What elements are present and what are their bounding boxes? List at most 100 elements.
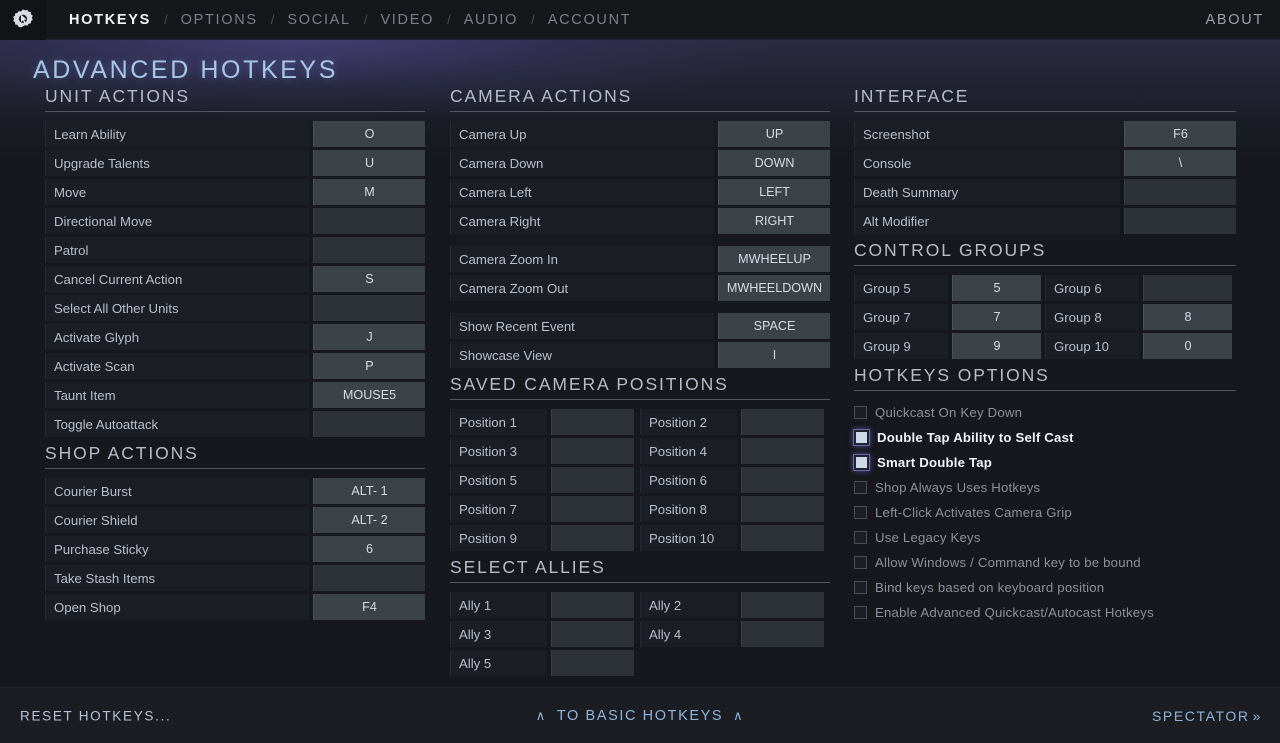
binding-key[interactable]: M: [313, 179, 425, 205]
binding-key[interactable]: 7: [952, 304, 1041, 330]
option-checkbox-row[interactable]: Double Tap Ability to Self Cast: [854, 425, 1236, 450]
reset-hotkeys-button[interactable]: RESET HOTKEYS...: [20, 708, 171, 723]
binding-key[interactable]: [741, 438, 824, 464]
tab-hotkeys[interactable]: HOTKEYS: [58, 0, 162, 40]
binding-key[interactable]: I: [718, 342, 830, 368]
binding-key[interactable]: [741, 467, 824, 493]
binding-key[interactable]: U: [313, 150, 425, 176]
binding-label: Select All Other Units: [45, 295, 309, 321]
option-checkbox-row[interactable]: Allow Windows / Command key to be bound: [854, 550, 1236, 575]
binding-row: Position 3Position 4: [450, 438, 830, 464]
binding-key[interactable]: O: [313, 121, 425, 147]
binding-key[interactable]: ALT- 2: [313, 507, 425, 533]
option-checkbox-row[interactable]: Smart Double Tap: [854, 450, 1236, 475]
binding-key[interactable]: RIGHT: [718, 208, 830, 234]
binding-key[interactable]: 5: [952, 275, 1041, 301]
binding-key[interactable]: [551, 409, 634, 435]
binding-key[interactable]: [1124, 179, 1236, 205]
binding-key[interactable]: [741, 592, 824, 618]
binding-row: Show Recent EventSPACE: [450, 313, 830, 339]
binding-key[interactable]: J: [313, 324, 425, 350]
binding-key[interactable]: UP: [718, 121, 830, 147]
spectator-button[interactable]: SPECTATOR »: [1152, 708, 1262, 724]
binding-key[interactable]: F4: [313, 594, 425, 620]
binding-key[interactable]: [313, 208, 425, 234]
binding-label: Ally 5: [450, 650, 547, 676]
option-checkbox-row[interactable]: Left-Click Activates Camera Grip: [854, 500, 1236, 525]
option-checkbox-row[interactable]: Shop Always Uses Hotkeys: [854, 475, 1236, 500]
binding-row: Console\: [854, 150, 1236, 176]
option-checkbox-row[interactable]: Quickcast On Key Down: [854, 400, 1236, 425]
tab-account[interactable]: ACCOUNT: [537, 0, 643, 40]
binding-key[interactable]: 8: [1143, 304, 1232, 330]
binding-cell: Position 2: [640, 409, 830, 435]
binding-key[interactable]: [551, 496, 634, 522]
binding-key[interactable]: ALT- 1: [313, 478, 425, 504]
binding-cell: Group 77: [854, 304, 1045, 330]
binding-label: Group 5: [854, 275, 948, 301]
nav-tabs: HOTKEYS / OPTIONS / SOCIAL / VIDEO / AUD…: [46, 0, 1206, 40]
tab-options[interactable]: OPTIONS: [170, 0, 269, 40]
binding-key[interactable]: [551, 438, 634, 464]
checkbox-checked-icon[interactable]: [854, 455, 869, 470]
checkbox-unchecked-icon[interactable]: [854, 506, 867, 519]
binding-key[interactable]: [741, 621, 824, 647]
binding-label: Show Recent Event: [450, 313, 714, 339]
gear-icon[interactable]: [0, 0, 46, 40]
binding-key[interactable]: [1124, 208, 1236, 234]
binding-label: Group 8: [1045, 304, 1139, 330]
binding-key[interactable]: 6: [313, 536, 425, 562]
binding-key[interactable]: [551, 467, 634, 493]
binding-key[interactable]: [551, 621, 634, 647]
binding-key[interactable]: MOUSE5: [313, 382, 425, 408]
binding-key[interactable]: 0: [1143, 333, 1232, 359]
option-checkbox-row[interactable]: Enable Advanced Quickcast/Autocast Hotke…: [854, 600, 1236, 625]
binding-cell: Group 100: [1045, 333, 1236, 359]
binding-key[interactable]: [551, 525, 634, 551]
option-checkbox-row[interactable]: Use Legacy Keys: [854, 525, 1236, 550]
checkbox-unchecked-icon[interactable]: [854, 606, 867, 619]
nav-separator: /: [162, 12, 170, 27]
binding-key[interactable]: [313, 237, 425, 263]
checkbox-unchecked-icon[interactable]: [854, 556, 867, 569]
binding-key[interactable]: P: [313, 353, 425, 379]
binding-key[interactable]: [313, 565, 425, 591]
checkbox-unchecked-icon[interactable]: [854, 581, 867, 594]
about-link[interactable]: ABOUT: [1206, 12, 1280, 28]
to-basic-hotkeys-button[interactable]: ∧ TO BASIC HOTKEYS ∧: [536, 708, 745, 724]
binding-key[interactable]: [741, 409, 824, 435]
binding-key[interactable]: LEFT: [718, 179, 830, 205]
binding-key[interactable]: [313, 295, 425, 321]
binding-key[interactable]: S: [313, 266, 425, 292]
tab-social[interactable]: SOCIAL: [276, 0, 361, 40]
binding-key[interactable]: 9: [952, 333, 1041, 359]
binding-key[interactable]: [741, 496, 824, 522]
option-checkbox-row[interactable]: Bind keys based on keyboard position: [854, 575, 1236, 600]
checkbox-unchecked-icon[interactable]: [854, 531, 867, 544]
binding-key[interactable]: SPACE: [718, 313, 830, 339]
binding-label: Open Shop: [45, 594, 309, 620]
option-label: Use Legacy Keys: [875, 530, 981, 545]
binding-key[interactable]: \: [1124, 150, 1236, 176]
binding-label: Position 1: [450, 409, 547, 435]
binding-key[interactable]: [1143, 275, 1232, 301]
binding-key[interactable]: [551, 592, 634, 618]
binding-key[interactable]: [741, 525, 824, 551]
checkbox-unchecked-icon[interactable]: [854, 481, 867, 494]
binding-key[interactable]: DOWN: [718, 150, 830, 176]
binding-label: Position 2: [640, 409, 737, 435]
binding-key[interactable]: MWHEELDOWN: [718, 275, 830, 301]
double-chevron-right-icon: »: [1253, 708, 1262, 724]
binding-label: Cancel Current Action: [45, 266, 309, 292]
checkbox-checked-icon[interactable]: [854, 430, 869, 445]
tab-audio[interactable]: AUDIO: [453, 0, 529, 40]
chevron-up-icon-right: ∧: [733, 708, 744, 724]
checkbox-unchecked-icon[interactable]: [854, 406, 867, 419]
binding-key[interactable]: [313, 411, 425, 437]
binding-cell: Ally 2: [640, 592, 830, 618]
binding-key[interactable]: MWHEELUP: [718, 246, 830, 272]
binding-key[interactable]: F6: [1124, 121, 1236, 147]
binding-key[interactable]: [551, 650, 634, 676]
binding-label: Upgrade Talents: [45, 150, 309, 176]
tab-video[interactable]: VIDEO: [369, 0, 445, 40]
